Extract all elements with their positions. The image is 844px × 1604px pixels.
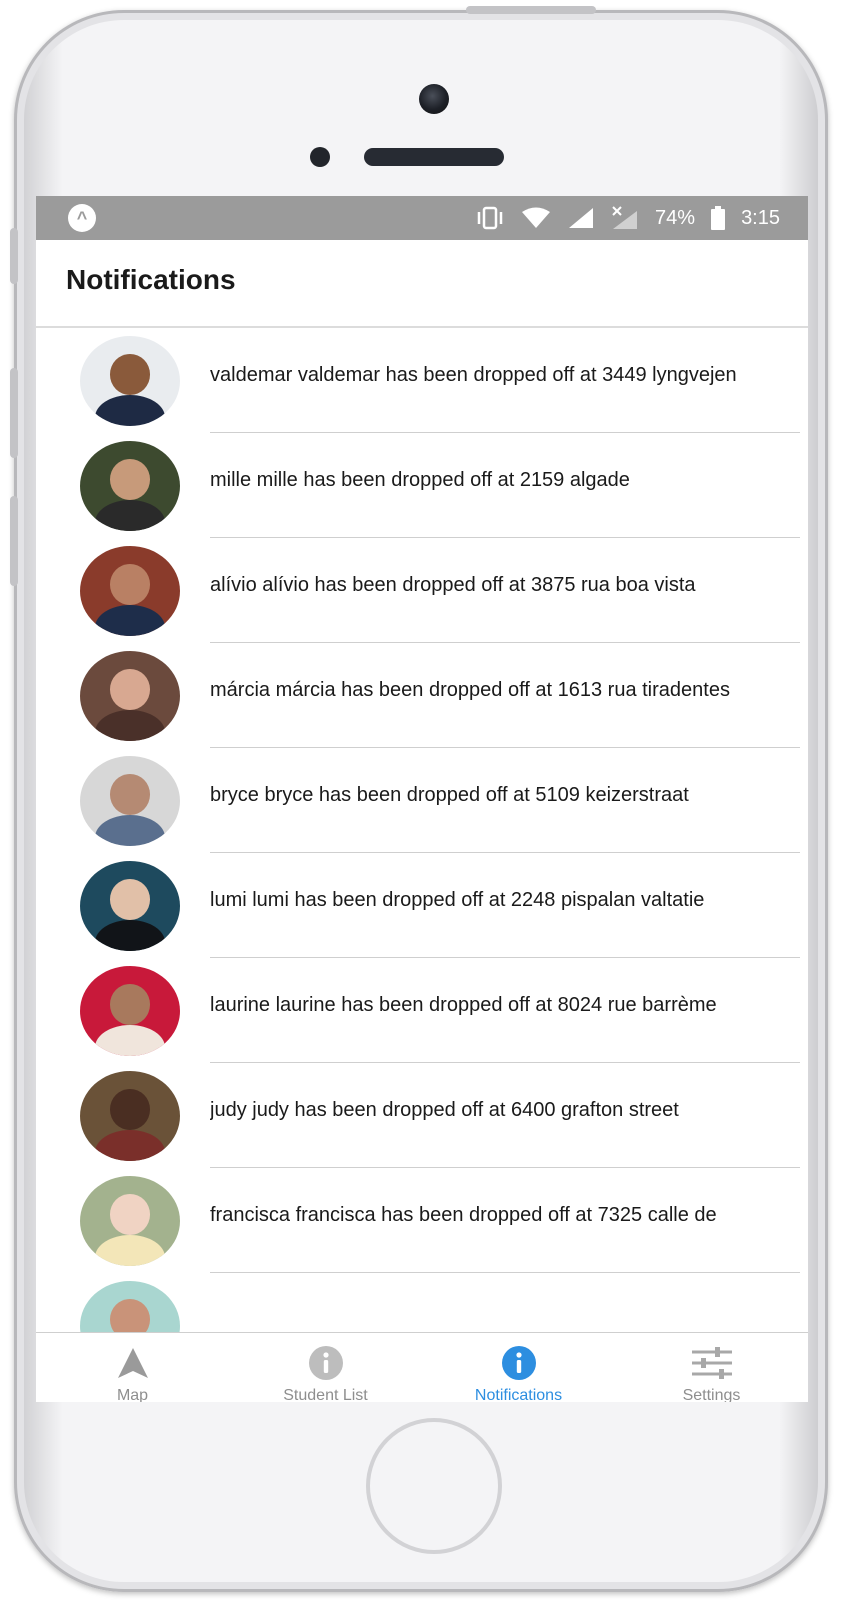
notification-text: valdemar valdemar has been dropped off a…	[210, 364, 737, 386]
notification-text: mille mille has been dropped off at 2159…	[210, 469, 630, 491]
header: Notifications	[36, 240, 808, 328]
tab-label: Settings	[682, 1387, 741, 1402]
notification-item[interactable]: francisca francisca has been dropped off…	[36, 1168, 808, 1273]
battery-icon	[711, 206, 726, 230]
sliders-icon	[691, 1345, 733, 1381]
notification-text: márcia márcia has been dropped off at 16…	[210, 679, 730, 701]
tab-label: Notifications	[474, 1387, 563, 1402]
tab-map[interactable]: Map	[36, 1333, 229, 1402]
power-button	[466, 6, 596, 14]
notification-item[interactable]: mille mille has been dropped off at 2159…	[36, 433, 808, 538]
earpiece-speaker	[364, 148, 504, 166]
avatar	[80, 336, 180, 426]
no-signal-icon	[611, 205, 639, 231]
tab-label: Student List	[283, 1387, 368, 1402]
tab-settings[interactable]: Settings	[615, 1333, 808, 1402]
notification-item[interactable]: judy judy has been dropped off at 6400 g…	[36, 1063, 808, 1168]
app-notification-icon: ^	[68, 204, 96, 232]
avatar	[80, 546, 180, 636]
avatar	[80, 441, 180, 531]
notification-item[interactable]: lumi lumi has been dropped off at 2248 p…	[36, 853, 808, 958]
status-indicators: 74% 3:15	[475, 196, 780, 240]
tab-label: Map	[116, 1387, 149, 1402]
clock: 3:15	[741, 206, 780, 229]
app-screen: ^ 74% 3:15 Notifications valdemar valdem…	[36, 196, 808, 1402]
front-camera	[419, 84, 449, 114]
notification-item[interactable]: bryce bryce has been dropped off at 5109…	[36, 748, 808, 853]
notification-text: lumi lumi has been dropped off at 2248 p…	[210, 889, 705, 911]
info-icon	[308, 1345, 344, 1381]
battery-percent: 74%	[655, 206, 696, 229]
vibrate-icon	[475, 206, 505, 230]
volume-up-button	[10, 368, 18, 458]
notification-list[interactable]: valdemar valdemar has been dropped off a…	[36, 328, 808, 1332]
notification-text: laurine laurine has been dropped off at …	[210, 994, 717, 1016]
notification-text: judy judy has been dropped off at 6400 g…	[210, 1099, 679, 1121]
cell-signal-icon	[567, 206, 595, 230]
notification-item[interactable]: valdemar valdemar has been dropped off a…	[36, 328, 808, 433]
avatar	[80, 756, 180, 846]
avatar	[80, 861, 180, 951]
wifi-icon	[521, 207, 551, 229]
avatar	[80, 966, 180, 1056]
avatar	[80, 1176, 180, 1266]
avatar	[80, 1281, 180, 1332]
avatar	[80, 1071, 180, 1161]
silent-switch	[10, 228, 18, 284]
notification-text: bryce bryce has been dropped off at 5109…	[210, 784, 689, 806]
notification-item[interactable]: márcia márcia has been dropped off at 16…	[36, 643, 808, 748]
tab-student-list[interactable]: Student List	[229, 1333, 422, 1402]
navigation-arrow-icon	[116, 1345, 150, 1381]
tab-notifications[interactable]: Notifications	[422, 1333, 615, 1402]
info-icon	[501, 1345, 537, 1381]
notification-text: francisca francisca has been dropped off…	[210, 1204, 717, 1226]
home-button[interactable]	[366, 1418, 502, 1554]
notification-item[interactable]: alívio alívio has been dropped off at 38…	[36, 538, 808, 643]
proximity-sensor	[310, 147, 330, 167]
notification-text: alívio alívio has been dropped off at 38…	[210, 574, 696, 596]
volume-down-button	[10, 496, 18, 586]
status-bar: ^ 74% 3:15	[36, 196, 808, 240]
notification-item[interactable]: laurine laurine has been dropped off at …	[36, 958, 808, 1063]
avatar	[80, 651, 180, 741]
tab-bar: Map Student List Notifications Settings	[36, 1332, 808, 1402]
notification-item[interactable]	[36, 1273, 808, 1332]
page-title: Notifications	[66, 264, 236, 295]
